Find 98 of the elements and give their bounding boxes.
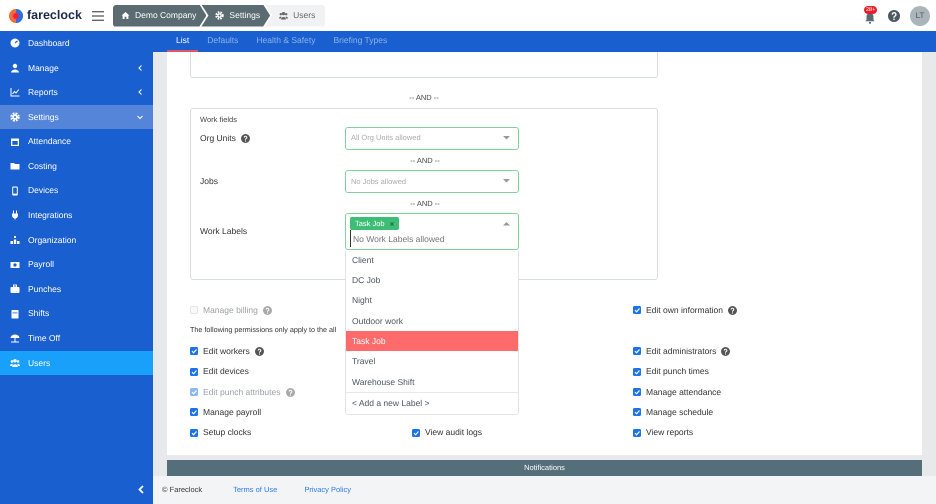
check-icon [634, 389, 640, 395]
sidebar-item[interactable]: Costing [0, 154, 153, 179]
org-chart-icon [10, 235, 20, 246]
checkbox-label: Edit punch attributes [203, 386, 280, 398]
sidebar-item[interactable]: Payroll [0, 252, 153, 277]
breadcrumb-item[interactable]: Users [265, 4, 326, 26]
checkbox-label: Setup clocks [203, 426, 252, 440]
users-icon [10, 358, 20, 368]
person-icon [10, 62, 20, 73]
logo-icon [9, 8, 23, 22]
add-label-option[interactable]: < Add a new Label > [346, 392, 518, 414]
briefcase-icon [10, 284, 20, 294]
dropdown-option[interactable]: Travel [346, 351, 518, 372]
menu-icon[interactable] [92, 10, 104, 20]
umbrella-icon [10, 333, 20, 344]
checkbox[interactable] [633, 388, 641, 396]
sidebar-item[interactable]: Organization [0, 228, 153, 252]
breadcrumb-item[interactable]: Demo Company [113, 4, 206, 26]
check-icon [634, 430, 640, 436]
gear-icon [215, 11, 224, 20]
check-icon [634, 307, 640, 314]
folder-icon [10, 161, 20, 172]
calendar-icon [10, 136, 20, 147]
checkbox[interactable] [633, 306, 641, 314]
dropdown-option[interactable]: Warehouse Shift [346, 372, 518, 392]
check-icon [191, 409, 197, 416]
text-input[interactable]: No Work Labels allowed [350, 230, 510, 247]
checkbox[interactable] [633, 408, 641, 416]
caret-left-icon [138, 64, 143, 71]
dropdown-option[interactable]: Client [346, 250, 518, 270]
money-icon [10, 260, 20, 270]
checkbox[interactable] [190, 408, 198, 416]
sidebar-item[interactable]: Dashboard [0, 31, 153, 56]
field-label: Org Units [200, 132, 236, 144]
help-icon[interactable] [240, 134, 250, 142]
sidebar-item[interactable]: Settings [0, 104, 153, 130]
sidebar-item[interactable]: Punches [0, 276, 153, 302]
check-icon [634, 409, 640, 416]
user-avatar[interactable]: LT [910, 6, 930, 26]
help-icon[interactable] [728, 306, 738, 315]
checkbox[interactable] [633, 347, 641, 356]
check-icon [634, 368, 640, 375]
sidebar-item[interactable]: Integrations [0, 203, 153, 228]
check-icon [634, 348, 640, 354]
caret-down-icon [503, 136, 510, 140]
sidebar-item[interactable]: Reports [0, 80, 153, 105]
check-icon [191, 348, 197, 354]
checkbox[interactable] [412, 428, 420, 437]
caret-down-icon [137, 114, 143, 120]
help-icon[interactable] [888, 10, 900, 22]
checkbox-label: View reports [646, 426, 694, 440]
checkbox[interactable] [190, 368, 198, 376]
checkbox-label: Manage payroll [203, 406, 262, 419]
checkbox[interactable] [190, 347, 198, 356]
sidebar-item[interactable]: Attendance [0, 129, 153, 154]
collapse-icon[interactable] [138, 485, 144, 494]
caret-left-icon [138, 89, 143, 96]
breadcrumb-item[interactable]: Settings [201, 4, 270, 26]
checkbox[interactable] [190, 428, 198, 437]
checkbox-label: Edit punch times [646, 365, 709, 378]
checkbox-label: View audit logs [425, 426, 482, 440]
check-icon [413, 430, 419, 436]
check-icon [191, 430, 197, 436]
checkbox-label: Edit devices [203, 365, 249, 378]
plug-icon [10, 210, 20, 220]
field-label: Jobs [200, 174, 218, 188]
checkbox-label: Edit administrators [646, 344, 716, 358]
sidebar-item[interactable]: Devices [0, 178, 153, 204]
dropdown-option[interactable]: DC Job [346, 270, 518, 291]
checkbox-label: Edit own information [646, 304, 724, 317]
sidebar-item[interactable]: Shifts [0, 302, 153, 326]
caret-up-icon [503, 222, 510, 226]
help-icon[interactable] [254, 346, 264, 356]
sidebar-item[interactable]: Manage [0, 56, 153, 80]
dropdown-option[interactable]: Night [346, 290, 518, 311]
gauge-icon [10, 38, 20, 48]
chart-icon [10, 87, 20, 98]
remove-icon[interactable] [390, 222, 394, 226]
help-icon[interactable] [721, 346, 730, 356]
brand-name: fareclock [27, 7, 82, 24]
caret-down-icon [503, 179, 510, 184]
home-icon [121, 11, 130, 20]
check-icon [191, 389, 197, 395]
field-label: Work Labels [200, 225, 248, 238]
checkbox[interactable] [633, 428, 641, 437]
checkbox-label: Manage attendance [646, 386, 722, 398]
checkbox-label: Manage schedule [646, 406, 714, 419]
checkbox[interactable] [633, 368, 641, 376]
checkbox-label: Edit workers [203, 344, 250, 358]
check-icon [191, 368, 197, 375]
tablet-icon [10, 186, 20, 196]
dropdown-option[interactable]: Outdoor work [346, 310, 518, 332]
gear-icon [10, 112, 20, 122]
checkbox-label: Manage billing [203, 304, 258, 317]
users-icon [279, 11, 288, 20]
sidebar-item[interactable]: Time Off [0, 326, 153, 351]
bell-icon[interactable] [864, 12, 876, 24]
calendar-icon [10, 308, 20, 319]
